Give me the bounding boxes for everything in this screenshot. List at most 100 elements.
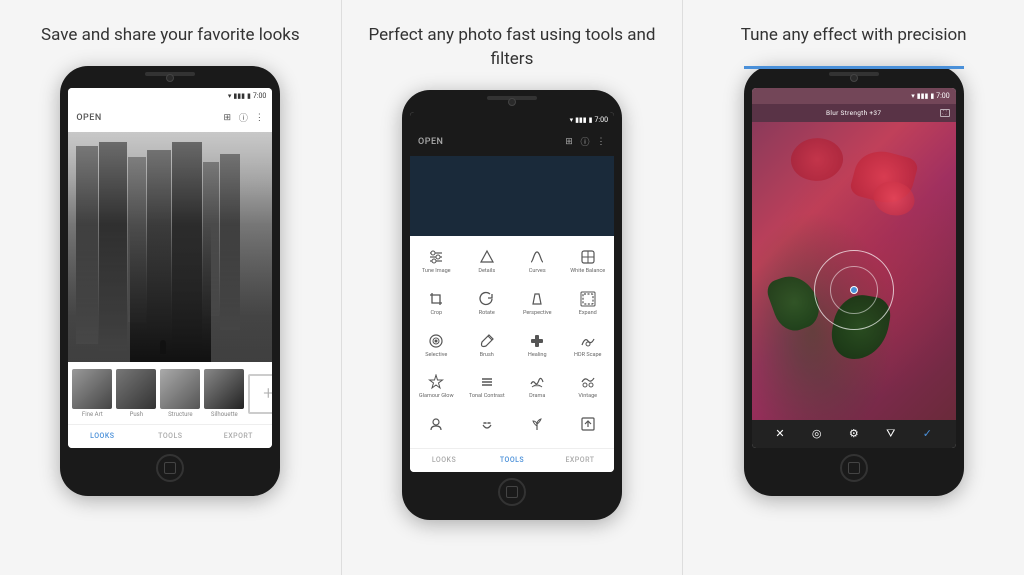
fog-overlay — [68, 132, 272, 362]
home-button-inner-3 — [848, 462, 860, 474]
tool-label-details: Details — [478, 268, 495, 275]
tool-expand[interactable]: Expand — [564, 283, 613, 323]
nav-looks-2[interactable]: LOOKS — [410, 449, 478, 472]
circle-control[interactable] — [814, 250, 894, 330]
panel-looks-title: Save and share your favorite looks — [41, 24, 300, 48]
battery-icon: ▮ — [247, 92, 251, 100]
tool-export2[interactable] — [564, 408, 613, 441]
nav-export-1[interactable]: EXPORT — [204, 425, 272, 448]
look-item-0[interactable]: Fine Art — [72, 369, 112, 418]
app-bar-icons-2: ⊞ ⓘ ⋮ — [564, 137, 606, 147]
tool-portrait[interactable] — [412, 408, 461, 441]
nav-tools-2[interactable]: TOOLS — [478, 449, 546, 472]
bottom-nav-2: LOOKS TOOLS EXPORT — [410, 448, 614, 472]
tool-label-tune: Tune Image — [422, 268, 451, 275]
tool-brush[interactable]: Brush — [463, 325, 512, 365]
phone-screen-1: ▾ ▮▮▮ ▮ 7:00 OPEN ⊞ ⓘ ⋮ — [68, 88, 272, 448]
look-thumb-3 — [204, 369, 244, 409]
look-label-1: Push — [130, 411, 144, 418]
tool-label-wb: White Balance — [570, 268, 605, 275]
look-item-3[interactable]: Silhouette — [204, 369, 244, 418]
app-bar-1: OPEN ⊞ ⓘ ⋮ — [68, 104, 272, 132]
circle-center-dot[interactable] — [850, 286, 858, 294]
phone-camera-3 — [850, 74, 858, 82]
tool-label-tonal: Tonal Contrast — [469, 393, 505, 400]
rotate-icon — [478, 290, 496, 308]
face-icon — [478, 415, 496, 433]
tool-label-perspective: Perspective — [523, 310, 552, 317]
target-control-icon[interactable]: ◎ — [812, 427, 822, 440]
tool-selective[interactable]: Selective — [412, 325, 461, 365]
tool-healing[interactable]: Healing — [513, 325, 562, 365]
wifi-icon-2: ▾ — [570, 116, 574, 124]
drama-icon — [528, 373, 546, 391]
home-button-2[interactable] — [498, 478, 526, 506]
tool-plant2[interactable] — [513, 408, 562, 441]
check-control-icon[interactable]: ✓ — [923, 427, 932, 440]
portrait-icon — [427, 415, 445, 433]
brush-icon — [478, 332, 496, 350]
tool-white-balance[interactable]: White Balance — [564, 242, 613, 282]
tool-details[interactable]: Details — [463, 242, 512, 282]
tool-label-curves: Curves — [529, 268, 546, 275]
add-look-button[interactable]: + — [248, 374, 272, 414]
photo-bw — [68, 132, 272, 362]
bw-city-photo — [68, 132, 272, 362]
nav-looks-1[interactable]: LOOKS — [68, 425, 136, 448]
look-thumb-2 — [160, 369, 200, 409]
look-label-2: Structure — [168, 411, 192, 418]
photo-dark-area — [410, 156, 614, 236]
panel-precision: Tune any effect with precision ▾ ▮▮▮ ▮ 7… — [683, 0, 1024, 575]
tool-perspective[interactable]: Perspective — [513, 283, 562, 323]
info-icon-2[interactable]: ⓘ — [580, 137, 590, 147]
tool-curves[interactable]: Curves — [513, 242, 562, 282]
tool-label-selective: Selective — [425, 352, 447, 359]
look-label-3: Silhouette — [211, 411, 238, 418]
app-bar-title-1: OPEN — [76, 113, 222, 123]
tool-hdr[interactable]: HDR Scape — [564, 325, 613, 365]
bottom-nav-1: LOOKS TOOLS EXPORT — [68, 424, 272, 448]
tune-icon — [427, 248, 445, 266]
look-item-1[interactable]: Push — [116, 369, 156, 418]
home-button-3[interactable] — [840, 454, 868, 482]
overflow-icon-2[interactable]: ⋮ — [596, 137, 606, 147]
export-icon — [579, 415, 597, 433]
tool-drama[interactable]: Drama — [513, 367, 562, 407]
close-control-icon[interactable]: ✕ — [775, 427, 784, 440]
phone-looks: ▾ ▮▮▮ ▮ 7:00 OPEN ⊞ ⓘ ⋮ — [60, 66, 280, 496]
phone-screen-2: ▾ ▮▮▮ ▮ 7:00 OPEN ⊞ ⓘ ⋮ — [410, 112, 614, 472]
tool-vintage[interactable]: Vintage — [564, 367, 613, 407]
status-time-2: 7:00 — [595, 116, 609, 124]
tool-tune-image[interactable]: Tune Image — [412, 242, 461, 282]
overflow-icon[interactable]: ⋮ — [254, 113, 264, 123]
look-item-2[interactable]: Structure — [160, 369, 200, 418]
tool-tonal[interactable]: Tonal Contrast — [463, 367, 512, 407]
look-thumb-0 — [72, 369, 112, 409]
nav-export-2[interactable]: EXPORT — [546, 449, 614, 472]
phone-screen-3: ▾ ▮▮▮ ▮ 7:00 Blur Strength +37 ⛶ — [752, 88, 956, 448]
hdr-icon — [579, 332, 597, 350]
white-balance-icon — [579, 248, 597, 266]
details-icon — [478, 248, 496, 266]
expand-button-3[interactable]: ⛶ — [940, 109, 950, 117]
tool-crop[interactable]: Crop — [412, 283, 461, 323]
nav-tools-1[interactable]: TOOLS — [136, 425, 204, 448]
figure-silhouette — [160, 340, 166, 354]
flower-photo — [752, 122, 956, 420]
stack-icon-2[interactable]: ⊞ — [564, 137, 574, 147]
tool-label-healing: Healing — [528, 352, 547, 359]
home-button-1[interactable] — [156, 454, 184, 482]
tool-face[interactable] — [463, 408, 512, 441]
tool-rotate[interactable]: Rotate — [463, 283, 512, 323]
vintage-icon — [579, 373, 597, 391]
home-button-inner-1 — [164, 462, 176, 474]
mask-control-icon[interactable]: ⛛ — [886, 427, 895, 441]
stack-icon[interactable]: ⊞ — [222, 113, 232, 123]
sliders-control-icon[interactable]: ⚙ — [849, 427, 859, 440]
tool-glamour[interactable]: Glamour Glow — [412, 367, 461, 407]
status-time-3: 7:00 — [936, 92, 950, 100]
wifi-icon-3: ▾ — [911, 92, 915, 100]
info-icon[interactable]: ⓘ — [238, 113, 248, 123]
panel-looks: Save and share your favorite looks ▾ ▮▮▮… — [0, 0, 341, 575]
app-bar-icons-1: ⊞ ⓘ ⋮ — [222, 113, 264, 123]
